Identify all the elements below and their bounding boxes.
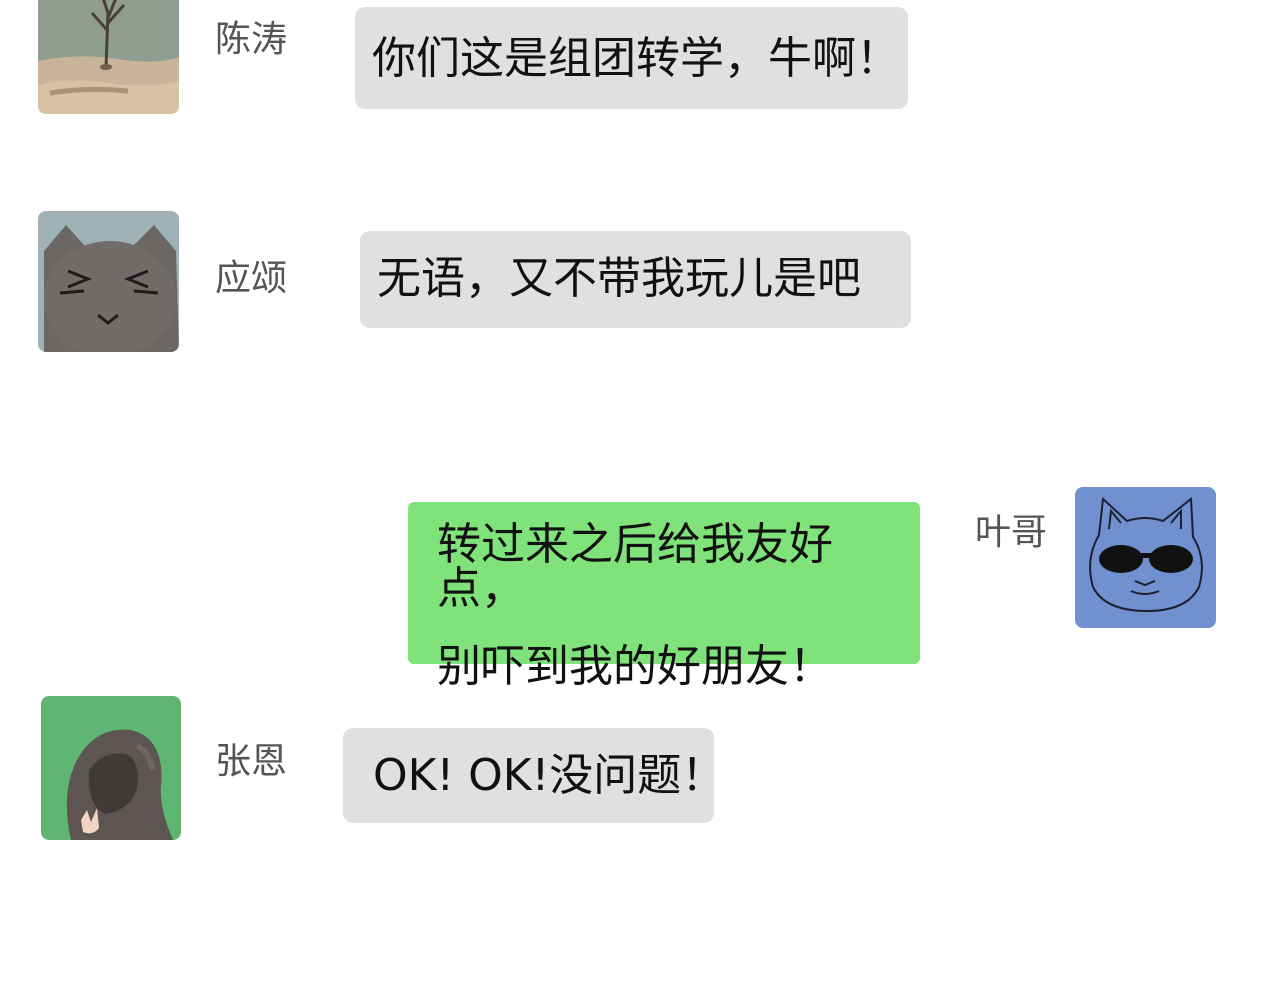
message-bubble[interactable]: OK! OK!没问题！ [343, 728, 725, 823]
message-text-line: 转过来之后给我友好点， [437, 519, 833, 614]
grumpy-gray-cat-avatar-icon [38, 211, 179, 352]
message-text: 你们这是组团转学，牛啊！ [372, 33, 900, 84]
message-bubble[interactable]: 你们这是组团转学，牛啊！ [355, 7, 908, 109]
message-bubble-self[interactable]: 转过来之后给我友好点， 别吓到我的好朋友！ [408, 502, 920, 689]
message-bubble[interactable]: 无语，又不带我玩儿是吧 [360, 231, 911, 328]
sunglasses-cat-avatar-icon [1075, 487, 1216, 628]
sender-name: 叶哥 [975, 512, 1048, 553]
message-text-line: 别吓到我的好朋友！ [437, 641, 833, 692]
avatar-zhang-en[interactable] [41, 696, 181, 840]
hooded-person-avatar-icon [41, 696, 181, 840]
sender-name: 张恩 [215, 741, 288, 782]
tree-landscape-avatar-icon [38, 0, 179, 114]
sender-name: 应颂 [215, 258, 288, 299]
message-text: 无语，又不带我玩儿是吧 [377, 253, 861, 304]
message-text: OK! OK!没问题！ [373, 750, 726, 801]
avatar-chen-tao[interactable] [38, 0, 179, 114]
sender-name: 陈涛 [215, 19, 288, 60]
avatar-ying-song[interactable] [38, 211, 179, 352]
avatar-ye-ge[interactable] [1075, 487, 1216, 628]
